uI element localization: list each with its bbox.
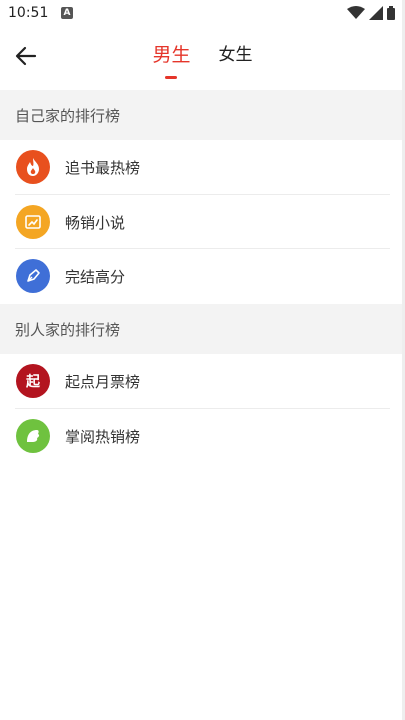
- list-item-bestseller[interactable]: 畅销小说: [0, 195, 405, 249]
- top-bar: 男生 女生: [0, 28, 405, 88]
- list-item-qidian-monthly[interactable]: 起 起点月票榜: [0, 354, 405, 408]
- battery-icon: [387, 6, 395, 20]
- status-bar: 10:51 A: [0, 0, 405, 28]
- leaf-icon: [16, 419, 50, 453]
- tab-indicator: [165, 76, 178, 79]
- section-title: 别人家的排行榜: [15, 320, 121, 339]
- list-item-label: 畅销小说: [65, 213, 126, 232]
- notification-app-icon: A: [61, 7, 73, 19]
- gender-tabs: 男生 女生: [0, 40, 405, 79]
- tab-male-label: 男生: [152, 44, 191, 66]
- tab-female-label: 女生: [218, 45, 253, 65]
- qidian-icon: 起: [16, 364, 50, 398]
- chart-icon: [16, 205, 50, 239]
- flame-icon: [16, 150, 50, 184]
- wifi-icon: [347, 6, 365, 19]
- list-item-completed-top[interactable]: 完结高分: [0, 249, 405, 303]
- list-item-zhuishu-hot[interactable]: 追书最热榜: [0, 140, 405, 194]
- pen-icon: [16, 259, 50, 293]
- tab-female[interactable]: 女生: [217, 40, 255, 67]
- section-header-others: 别人家的排行榜: [0, 304, 405, 354]
- list-item-zhangyue-hot[interactable]: 掌阅热销榜: [0, 409, 405, 463]
- list-item-label: 起点月票榜: [65, 372, 141, 391]
- section-header-own: 自己家的排行榜: [0, 90, 405, 140]
- list-item-label: 完结高分: [65, 267, 126, 286]
- tab-male[interactable]: 男生: [150, 40, 192, 79]
- list-item-label: 追书最热榜: [65, 158, 141, 177]
- section-title: 自己家的排行榜: [15, 106, 121, 125]
- status-icons: [347, 6, 395, 20]
- status-time: 10:51: [8, 5, 49, 21]
- qidian-icon-text: 起: [26, 374, 40, 390]
- signal-icon: [369, 6, 383, 20]
- list-item-label: 掌阅热销榜: [65, 427, 141, 446]
